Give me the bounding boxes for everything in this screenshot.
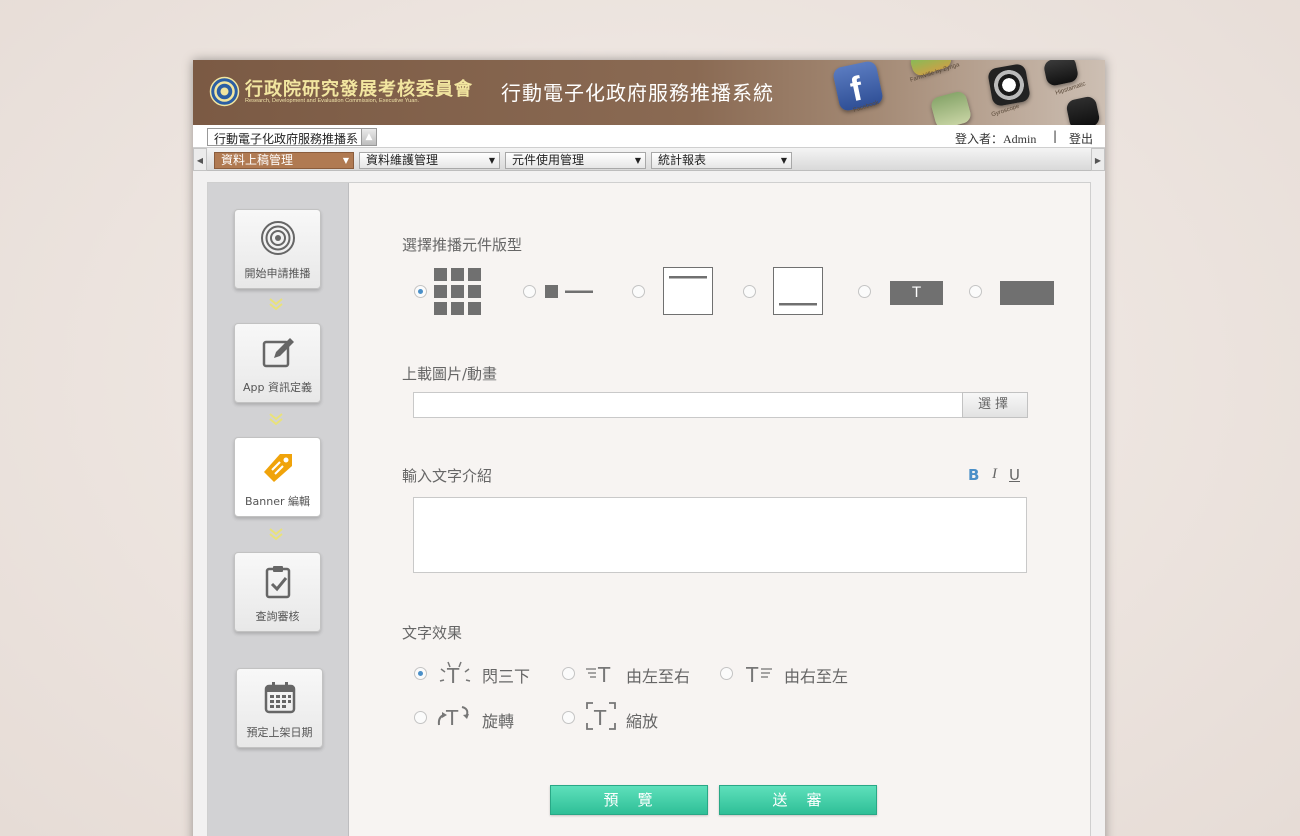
layout-radio-top-line[interactable] <box>632 285 645 298</box>
layout-radio-bar[interactable] <box>969 285 982 298</box>
login-separator: | <box>1053 129 1058 143</box>
text-bar-label: T <box>912 285 921 301</box>
svg-text:T: T <box>445 706 459 729</box>
effect-radio-left-to-right[interactable] <box>562 667 575 680</box>
effect-radio-scale[interactable] <box>562 711 575 724</box>
flash-text-icon[interactable]: T <box>438 659 472 687</box>
effect-label-scale: 縮放 <box>626 712 659 731</box>
gyroscope-app-tile <box>986 62 1032 108</box>
left-to-right-text-icon[interactable]: T <box>586 661 616 685</box>
content-frame: 開始申請推播 App 資訊定義 Banner 編輯 查詢審核 預定上架日期 選擇… <box>207 182 1091 836</box>
step-start-push[interactable]: 開始申請推播 <box>234 209 321 289</box>
intro-textarea[interactable] <box>413 497 1027 573</box>
menu-item-label: 資料上稿管理 <box>221 153 294 167</box>
org-logo-icon <box>209 76 240 107</box>
scroll-right-icon[interactable]: ▶ <box>1091 148 1105 171</box>
chevron-down-icon <box>269 413 283 426</box>
scale-text-icon[interactable]: T <box>586 702 616 730</box>
system-bar: 行動電子化政府服務推播系 ▲ 登入者：Admin | 登出 <box>193 125 1105 148</box>
bottom-line-layout-icon[interactable] <box>773 267 823 317</box>
game-app-tile <box>929 89 973 125</box>
square-line-layout-icon[interactable] <box>545 285 593 299</box>
app-window: 行政院研究發展考核委員會 Research, Development and E… <box>193 60 1105 836</box>
layout-radio-bottom-line[interactable] <box>743 285 756 298</box>
step-app-info[interactable]: App 資訊定義 <box>234 323 321 403</box>
svg-text:f: f <box>847 70 867 110</box>
effect-label-right-to-left: 由右至左 <box>784 667 849 686</box>
chevron-up-icon[interactable]: ▲ <box>361 129 376 145</box>
upload-section-title: 上載圖片/動畫 <box>402 365 498 383</box>
caret-down-icon: ▼ <box>488 156 495 165</box>
layout-radio-square-line[interactable] <box>523 285 536 298</box>
top-line-layout-icon[interactable] <box>663 267 713 317</box>
step-sidebar: 開始申請推播 App 資訊定義 Banner 編輯 查詢審核 預定上架日期 <box>208 183 349 836</box>
preview-button[interactable]: 預 覽 <box>550 785 708 815</box>
chevron-down-icon <box>269 528 283 541</box>
layout-section-title: 選擇推播元件版型 <box>402 236 523 254</box>
layout-radio-grid[interactable] <box>414 285 427 298</box>
menu-item-label: 元件使用管理 <box>512 153 585 167</box>
step-label: App 資訊定義 <box>243 381 312 394</box>
banner-edit-form: 選擇推播元件版型 T 上載圖片/動畫 選擇 輸入文字介紹 B I U 文字效果 … <box>350 183 1091 836</box>
step-label: 開始申請推播 <box>244 267 311 280</box>
chevron-down-icon <box>269 298 283 311</box>
grid-layout-icon[interactable] <box>434 268 482 316</box>
effect-radio-rotate[interactable] <box>414 711 427 724</box>
choose-file-button[interactable]: 選擇 <box>962 392 1028 418</box>
menu-bar: ◀ 資料上稿管理 ▼ 資料維護管理 ▼ 元件使用管理 ▼ 統計報表 ▼ ▶ <box>193 148 1105 171</box>
svg-text:T: T <box>593 706 607 730</box>
system-select-value: 行動電子化政府服務推播系 <box>214 132 359 146</box>
step-label: Banner 編輯 <box>244 495 311 508</box>
step-label: 預定上架日期 <box>246 726 313 739</box>
menu-item-reports[interactable]: 統計報表 ▼ <box>651 152 792 169</box>
calendar-icon <box>264 682 296 714</box>
app-tile-partial <box>1065 95 1101 125</box>
scroll-left-icon[interactable]: ◀ <box>193 148 207 171</box>
hipstamatic-app-tile <box>1042 60 1080 88</box>
effect-radio-flash[interactable] <box>414 667 427 680</box>
menu-item-label: 統計報表 <box>658 153 707 167</box>
header-banner: 行政院研究發展考核委員會 Research, Development and E… <box>193 60 1105 125</box>
menu-item-component-usage[interactable]: 元件使用管理 ▼ <box>505 152 646 169</box>
step-banner-edit[interactable]: Banner 編輯 <box>234 437 321 517</box>
caret-down-icon: ▼ <box>634 156 641 165</box>
effect-radio-right-to-left[interactable] <box>720 667 733 680</box>
caret-down-icon: ▼ <box>342 156 349 165</box>
text-bar-layout-icon[interactable]: T <box>890 281 943 305</box>
effects-section-title: 文字效果 <box>402 624 463 642</box>
step-schedule-date[interactable]: 預定上架日期 <box>236 668 323 748</box>
step-label: 查詢審核 <box>255 610 300 623</box>
system-select[interactable]: 行動電子化政府服務推播系 ▲ <box>207 128 377 146</box>
caret-down-icon: ▼ <box>780 156 787 165</box>
bold-button[interactable]: B <box>968 466 979 484</box>
text-section-title: 輸入文字介紹 <box>402 467 493 485</box>
tag-icon <box>264 454 292 482</box>
right-to-left-text-icon[interactable]: T <box>746 661 776 685</box>
effect-label-rotate: 旋轉 <box>482 712 515 731</box>
underline-button[interactable]: U <box>1009 466 1020 484</box>
bar-layout-icon[interactable] <box>1000 281 1054 305</box>
svg-text:T: T <box>597 663 611 685</box>
effect-label-flash: 閃三下 <box>482 667 531 686</box>
submit-review-button[interactable]: 送 審 <box>719 785 877 815</box>
layout-radio-text-bar[interactable] <box>858 285 871 298</box>
logout-link[interactable]: 登出 <box>1069 130 1093 147</box>
rotate-text-icon[interactable]: T <box>436 703 472 729</box>
step-review[interactable]: 查詢審核 <box>234 552 321 632</box>
menu-item-data-maintenance[interactable]: 資料維護管理 ▼ <box>359 152 500 169</box>
target-icon <box>261 221 295 255</box>
file-path-input[interactable] <box>413 392 964 418</box>
edit-icon <box>262 338 294 368</box>
clipboard-check-icon <box>265 566 291 599</box>
system-title: 行動電子化政府服務推播系統 <box>501 81 774 105</box>
menu-item-label: 資料維護管理 <box>366 153 439 167</box>
org-name-english: Research, Development and Evaluation Com… <box>245 98 420 104</box>
login-user: 登入者：Admin <box>955 132 1037 146</box>
menu-item-content-upload[interactable]: 資料上稿管理 ▼ <box>214 152 354 169</box>
effect-label-left-to-right: 由左至右 <box>626 667 691 686</box>
svg-text:T: T <box>746 663 759 685</box>
app-tile-caption: Gyroscope <box>990 103 1021 119</box>
italic-button[interactable]: I <box>992 466 997 483</box>
svg-text:T: T <box>446 664 460 687</box>
